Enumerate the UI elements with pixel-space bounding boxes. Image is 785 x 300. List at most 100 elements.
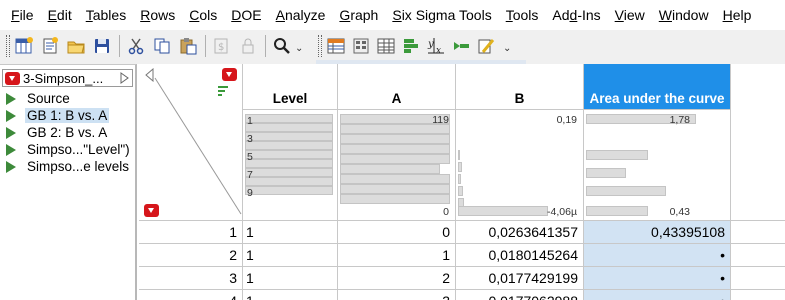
collapse-arrow-icon[interactable] — [120, 72, 129, 84]
run-script-icon[interactable] — [6, 109, 16, 122]
table-row[interactable]: 2 1 1 0,0180145264 • — [139, 243, 785, 267]
a-cell[interactable]: 0 — [338, 221, 456, 244]
menu-tables[interactable]: Tables — [79, 0, 133, 30]
column-header-b[interactable]: B — [456, 64, 584, 110]
menu-add-ins[interactable]: Add-Ins — [545, 0, 607, 30]
fit-y-by-x-icon[interactable] — [451, 36, 471, 56]
table-row[interactable]: 3 1 2 0,0177429199 • — [139, 266, 785, 290]
toolbar-grip[interactable] — [6, 35, 10, 57]
table-script-item[interactable]: Simpso..."Level") — [6, 141, 132, 158]
column-red-triangle-menu-icon[interactable] — [222, 68, 237, 81]
lock-disabled-icon — [242, 38, 254, 54]
menu-tools[interactable]: Tools — [499, 0, 546, 30]
run-script-icon[interactable] — [6, 160, 16, 173]
menu-analyze[interactable]: Analyze — [269, 0, 333, 30]
auc-cell[interactable]: 0,43395108 — [584, 221, 731, 244]
table-panel: 3-Simpson_... Source GB 1: B vs. A GB 2: B… — [0, 64, 137, 300]
cut-icon[interactable] — [126, 36, 146, 56]
menu-view[interactable]: View — [608, 0, 652, 30]
level-cell[interactable]: 1 — [243, 221, 338, 244]
table-script-label: Simpso..."Level") — [27, 142, 130, 157]
save-icon[interactable] — [92, 36, 112, 56]
menu-cols[interactable]: Cols — [182, 0, 224, 30]
auc-cell[interactable]: • — [584, 267, 731, 290]
new-script-icon[interactable] — [40, 36, 60, 56]
new-data-table-icon[interactable] — [14, 36, 34, 56]
menu-window[interactable]: Window — [652, 0, 716, 30]
table-script-label: GB 2: B vs. A — [27, 125, 108, 140]
auc-histogram-bar — [586, 150, 648, 160]
table-script-item[interactable]: Simpso...e levels — [6, 158, 131, 175]
chevron-down-icon[interactable]: ⌄ — [295, 43, 303, 54]
search-icon[interactable] — [272, 36, 292, 56]
b-histogram-bar — [458, 162, 462, 172]
data-grid: Level A B Area under the curve 13579 119 0 … — [139, 64, 785, 300]
table-name-header[interactable]: 3-Simpson_... — [2, 69, 133, 87]
toolbar-grip[interactable] — [318, 35, 322, 57]
b-cell[interactable]: 0,0177062988 — [456, 290, 584, 300]
a-histogram-bar — [340, 154, 450, 164]
menu-help[interactable]: Help — [716, 0, 759, 30]
menu-doe[interactable]: DOE — [224, 0, 268, 30]
paste-icon[interactable] — [178, 36, 198, 56]
table-icon[interactable] — [376, 36, 396, 56]
level-histogram-bar — [245, 177, 333, 186]
red-triangle-menu-icon[interactable] — [5, 72, 20, 85]
row-number-cell[interactable]: 2 — [139, 244, 243, 267]
auc-min-label: 0,43 — [669, 206, 690, 218]
graph-builder-icon[interactable] — [401, 36, 421, 56]
a-cell[interactable]: 3 — [338, 290, 456, 300]
level-histogram-bar — [245, 114, 333, 123]
a-histogram-bar — [340, 164, 440, 174]
auc-histogram-bar — [586, 206, 648, 216]
a-histogram-bar — [340, 174, 450, 184]
table-script-label: Simpso...e levels — [27, 159, 130, 174]
toolbar: $ ⌄ yx ⌄ — [0, 30, 785, 94]
distribution-icon[interactable]: yx — [426, 36, 446, 56]
column-header-a[interactable]: A — [338, 64, 456, 110]
table-script-label: GB 1: B vs. A — [25, 108, 110, 123]
menu-six-sigma-tools[interactable]: Six Sigma Tools — [385, 0, 498, 30]
column-header-area-under-the-curve[interactable]: Area under the curve — [584, 64, 731, 110]
table-script-item[interactable]: GB 2: B vs. A — [6, 124, 109, 141]
row-number-cell[interactable]: 3 — [139, 267, 243, 290]
menu-rows[interactable]: Rows — [133, 0, 182, 30]
table-script-item[interactable]: GB 1: B vs. A — [6, 107, 110, 124]
data-table-icon[interactable] — [326, 36, 346, 56]
run-script-icon[interactable] — [6, 92, 16, 105]
open-file-icon[interactable] — [66, 36, 86, 56]
level-bar-label: 9 — [247, 187, 253, 199]
row-number-cell[interactable]: 1 — [139, 221, 243, 244]
edit-pencil-icon[interactable] — [476, 36, 496, 56]
menu-edit[interactable]: Edit — [41, 0, 79, 30]
row-red-triangle-menu-icon[interactable] — [144, 204, 159, 217]
a-cell[interactable]: 1 — [338, 244, 456, 267]
run-script-icon[interactable] — [6, 143, 16, 156]
b-cell[interactable]: 0,0177429199 — [456, 267, 584, 290]
run-script-icon[interactable] — [6, 126, 16, 139]
menu-graph[interactable]: Graph — [332, 0, 385, 30]
level-histogram-bar — [245, 123, 333, 132]
auc-cell[interactable]: • — [584, 244, 731, 267]
auc-cell[interactable]: • — [584, 290, 731, 300]
column-header-level[interactable]: Level — [243, 64, 338, 110]
b-cell[interactable]: 0,0180145264 — [456, 244, 584, 267]
svg-text:x: x — [436, 46, 441, 56]
table-row[interactable]: 1 1 0 0,0263641357 0,43395108 — [139, 220, 785, 244]
level-cell[interactable]: 1 — [243, 267, 338, 290]
b-histogram-bar — [458, 186, 463, 196]
row-number-cell[interactable]: 4 — [139, 290, 243, 300]
a-cell[interactable]: 2 — [338, 267, 456, 290]
b-cell[interactable]: 0,0263641357 — [456, 221, 584, 244]
copy-icon[interactable] — [152, 36, 172, 56]
a-histogram-bar — [340, 194, 450, 204]
column-summary-icon[interactable] — [217, 84, 231, 98]
table-script-item[interactable]: Source — [6, 90, 72, 107]
level-cell[interactable]: 1 — [243, 290, 338, 300]
formula-icon[interactable] — [351, 36, 371, 56]
a-min-label: 0 — [443, 206, 449, 218]
chevron-down-icon[interactable]: ⌄ — [503, 43, 511, 54]
level-cell[interactable]: 1 — [243, 244, 338, 267]
menu-file[interactable]: File — [4, 0, 41, 30]
table-row[interactable]: 4130,0177062988• — [139, 289, 785, 300]
